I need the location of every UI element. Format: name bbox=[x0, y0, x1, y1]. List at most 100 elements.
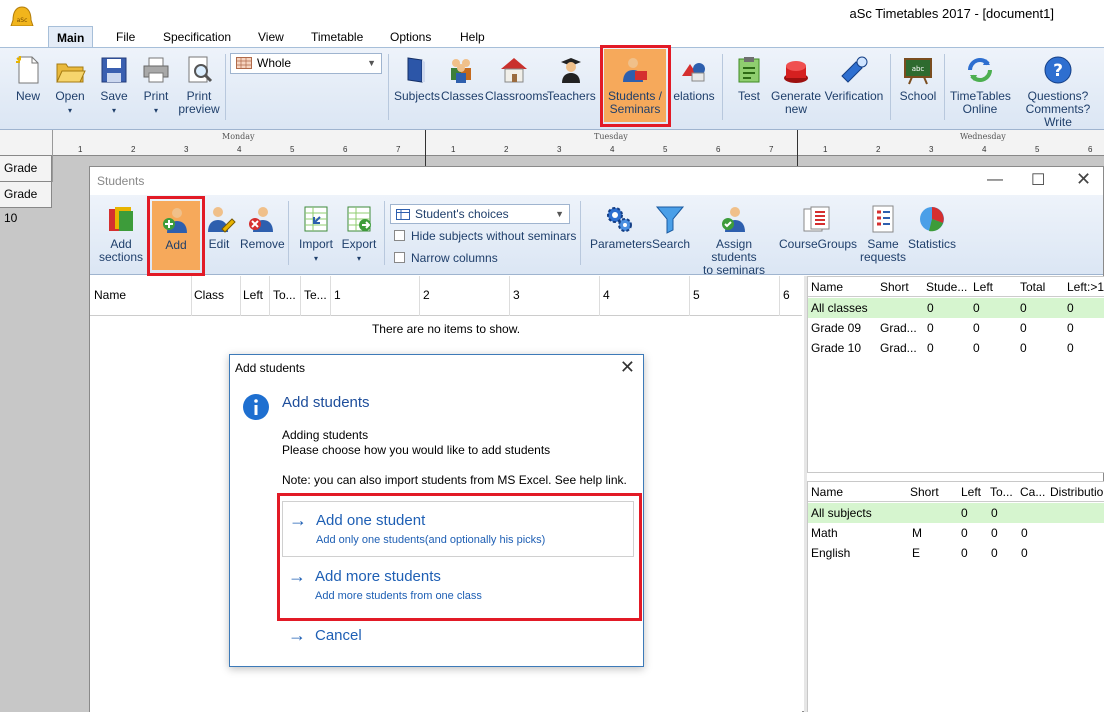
subjects-button[interactable]: Subjects bbox=[394, 54, 440, 103]
column-header-name[interactable]: Name bbox=[94, 288, 126, 302]
close-icon[interactable]: ✕ bbox=[620, 357, 635, 378]
column-divider[interactable] bbox=[330, 276, 331, 316]
column-header-teacher[interactable]: Te... bbox=[304, 288, 327, 302]
hide-subjects-checkbox[interactable]: Hide subjects without seminars bbox=[394, 229, 576, 243]
students-toolbar: Add sections Add Edit Remove Import ▾ Expo… bbox=[90, 195, 1103, 277]
checkbox-box[interactable] bbox=[394, 230, 405, 241]
column-divider[interactable] bbox=[240, 276, 241, 316]
print-dropdown-icon[interactable]: ▾ bbox=[154, 106, 158, 115]
edit-button[interactable]: Edit bbox=[204, 203, 236, 251]
search-button[interactable]: Search bbox=[652, 203, 690, 251]
questions-button[interactable]: ? Questions? Comments? Write bbox=[1012, 54, 1104, 129]
same-requests-button[interactable]: Same requests bbox=[857, 203, 909, 264]
relations-button[interactable]: elations bbox=[672, 54, 716, 103]
table-row[interactable]: Grade 09 Grad... 0 0 0 0 bbox=[808, 318, 1104, 338]
column-divider[interactable] bbox=[269, 276, 270, 316]
remove-button[interactable]: Remove bbox=[240, 203, 285, 251]
timetable-row-label[interactable]: Grade 10 bbox=[0, 182, 52, 225]
column-header-left[interactable]: Left bbox=[243, 288, 263, 302]
import-button[interactable]: Import ▾ bbox=[296, 203, 336, 265]
generate-new-button[interactable]: Generate new bbox=[771, 54, 821, 116]
column-header-students[interactable]: Stude... bbox=[926, 280, 967, 294]
column-divider[interactable] bbox=[509, 276, 510, 316]
column-header-period-1[interactable]: 1 bbox=[334, 288, 341, 302]
chevron-down-icon[interactable]: ▼ bbox=[555, 205, 564, 223]
add-student-button[interactable]: Add bbox=[152, 201, 200, 270]
column-header-name[interactable]: Name bbox=[811, 485, 843, 499]
open-dropdown-icon[interactable]: ▾ bbox=[68, 106, 72, 115]
teachers-button[interactable]: Teachers bbox=[547, 54, 596, 103]
parameters-button[interactable]: Parameters bbox=[590, 203, 652, 251]
tab-view[interactable]: View bbox=[250, 26, 292, 48]
save-dropdown-icon[interactable]: ▾ bbox=[112, 106, 116, 115]
column-header-short[interactable]: Short bbox=[880, 280, 909, 294]
open-button[interactable]: Open ▾ bbox=[52, 54, 88, 117]
verification-button[interactable]: Verification bbox=[824, 54, 884, 103]
column-header-period-3[interactable]: 3 bbox=[513, 288, 520, 302]
print-button[interactable]: Print ▾ bbox=[138, 54, 174, 117]
classes-panel[interactable]: Name Short Stude... Left Total Left:>1 A… bbox=[807, 276, 1104, 473]
chevron-down-icon[interactable]: ▼ bbox=[367, 54, 376, 73]
column-header-short[interactable]: Short bbox=[910, 485, 939, 499]
save-button[interactable]: Save ▾ bbox=[96, 54, 132, 117]
column-header-total[interactable]: To... bbox=[273, 288, 296, 302]
column-divider[interactable] bbox=[191, 276, 192, 316]
narrow-columns-checkbox[interactable]: Narrow columns bbox=[394, 251, 498, 265]
students-choices-select[interactable]: Student's choices ▼ bbox=[390, 204, 570, 224]
column-header-left-gt1[interactable]: Left:>1 bbox=[1067, 280, 1104, 294]
checkbox-box[interactable] bbox=[394, 252, 405, 263]
add-more-students-option[interactable]: → Add more students Add more students fr… bbox=[282, 558, 634, 614]
students-seminars-button[interactable]: Students / Seminars bbox=[604, 49, 666, 122]
view-select[interactable]: Whole ▼ bbox=[230, 53, 382, 74]
assign-students-button[interactable]: Assign students to seminars bbox=[692, 203, 776, 277]
column-header-name[interactable]: Name bbox=[811, 280, 843, 294]
column-divider[interactable] bbox=[779, 276, 780, 316]
export-dropdown-icon[interactable]: ▾ bbox=[357, 254, 361, 263]
classes-button[interactable]: Classes bbox=[441, 54, 484, 103]
maximize-icon[interactable]: ☐ bbox=[1031, 170, 1045, 190]
column-header-period-2[interactable]: 2 bbox=[423, 288, 430, 302]
tab-timetable[interactable]: Timetable bbox=[303, 26, 371, 48]
column-header-left[interactable]: Left bbox=[973, 280, 993, 294]
export-button[interactable]: Export ▾ bbox=[338, 203, 380, 265]
timetables-online-button[interactable]: TimeTables Online bbox=[950, 54, 1011, 116]
column-header-period-6[interactable]: 6 bbox=[783, 288, 790, 302]
timetable-row-label[interactable]: Grade 09 bbox=[0, 156, 52, 199]
tab-options[interactable]: Options bbox=[382, 26, 439, 48]
table-row[interactable]: All subjects 0 0 bbox=[808, 503, 1104, 523]
tab-file[interactable]: File bbox=[108, 26, 143, 48]
column-divider[interactable] bbox=[300, 276, 301, 316]
new-button[interactable]: New bbox=[10, 54, 46, 103]
column-header-period-4[interactable]: 4 bbox=[603, 288, 610, 302]
column-header-class[interactable]: Class bbox=[194, 288, 224, 302]
tab-main[interactable]: Main bbox=[48, 26, 94, 48]
import-dropdown-icon[interactable]: ▾ bbox=[314, 254, 318, 263]
table-row[interactable]: Grade 10 Grad... 0 0 0 0 bbox=[808, 338, 1104, 358]
close-icon[interactable]: ✕ bbox=[1076, 169, 1091, 190]
table-row[interactable]: English E 0 0 0 bbox=[808, 543, 1104, 563]
classrooms-button[interactable]: Classrooms bbox=[485, 54, 548, 103]
test-button[interactable]: Test bbox=[733, 54, 765, 103]
tab-help[interactable]: Help bbox=[452, 26, 493, 48]
column-header-left[interactable]: Left bbox=[961, 485, 981, 499]
add-sections-button[interactable]: Add sections bbox=[96, 203, 146, 264]
column-header-distribution[interactable]: Distributio bbox=[1050, 485, 1103, 499]
school-button[interactable]: abc School bbox=[898, 54, 938, 103]
cancel-option[interactable]: → Cancel bbox=[282, 617, 634, 649]
print-preview-button[interactable]: Print preview bbox=[178, 54, 220, 116]
table-row[interactable]: All classes 0 0 0 0 bbox=[808, 298, 1104, 318]
column-divider[interactable] bbox=[689, 276, 690, 316]
tab-specification[interactable]: Specification bbox=[155, 26, 239, 48]
statistics-button[interactable]: Statistics bbox=[908, 203, 956, 251]
column-divider[interactable] bbox=[419, 276, 420, 316]
add-one-student-option[interactable]: → Add one student Add only one students(… bbox=[282, 501, 634, 557]
minimize-icon[interactable]: — bbox=[987, 171, 1003, 189]
column-header-period-5[interactable]: 5 bbox=[693, 288, 700, 302]
column-header-capacity[interactable]: Ca... bbox=[1020, 485, 1045, 499]
column-header-total[interactable]: To... bbox=[990, 485, 1013, 499]
column-divider[interactable] bbox=[599, 276, 600, 316]
table-row[interactable]: Math M 0 0 0 bbox=[808, 523, 1104, 543]
coursegroups-button[interactable]: CourseGroups bbox=[779, 203, 857, 251]
column-header-total[interactable]: Total bbox=[1020, 280, 1045, 294]
subjects-panel[interactable]: Name Short Left To... Ca... Distributio … bbox=[807, 481, 1104, 712]
